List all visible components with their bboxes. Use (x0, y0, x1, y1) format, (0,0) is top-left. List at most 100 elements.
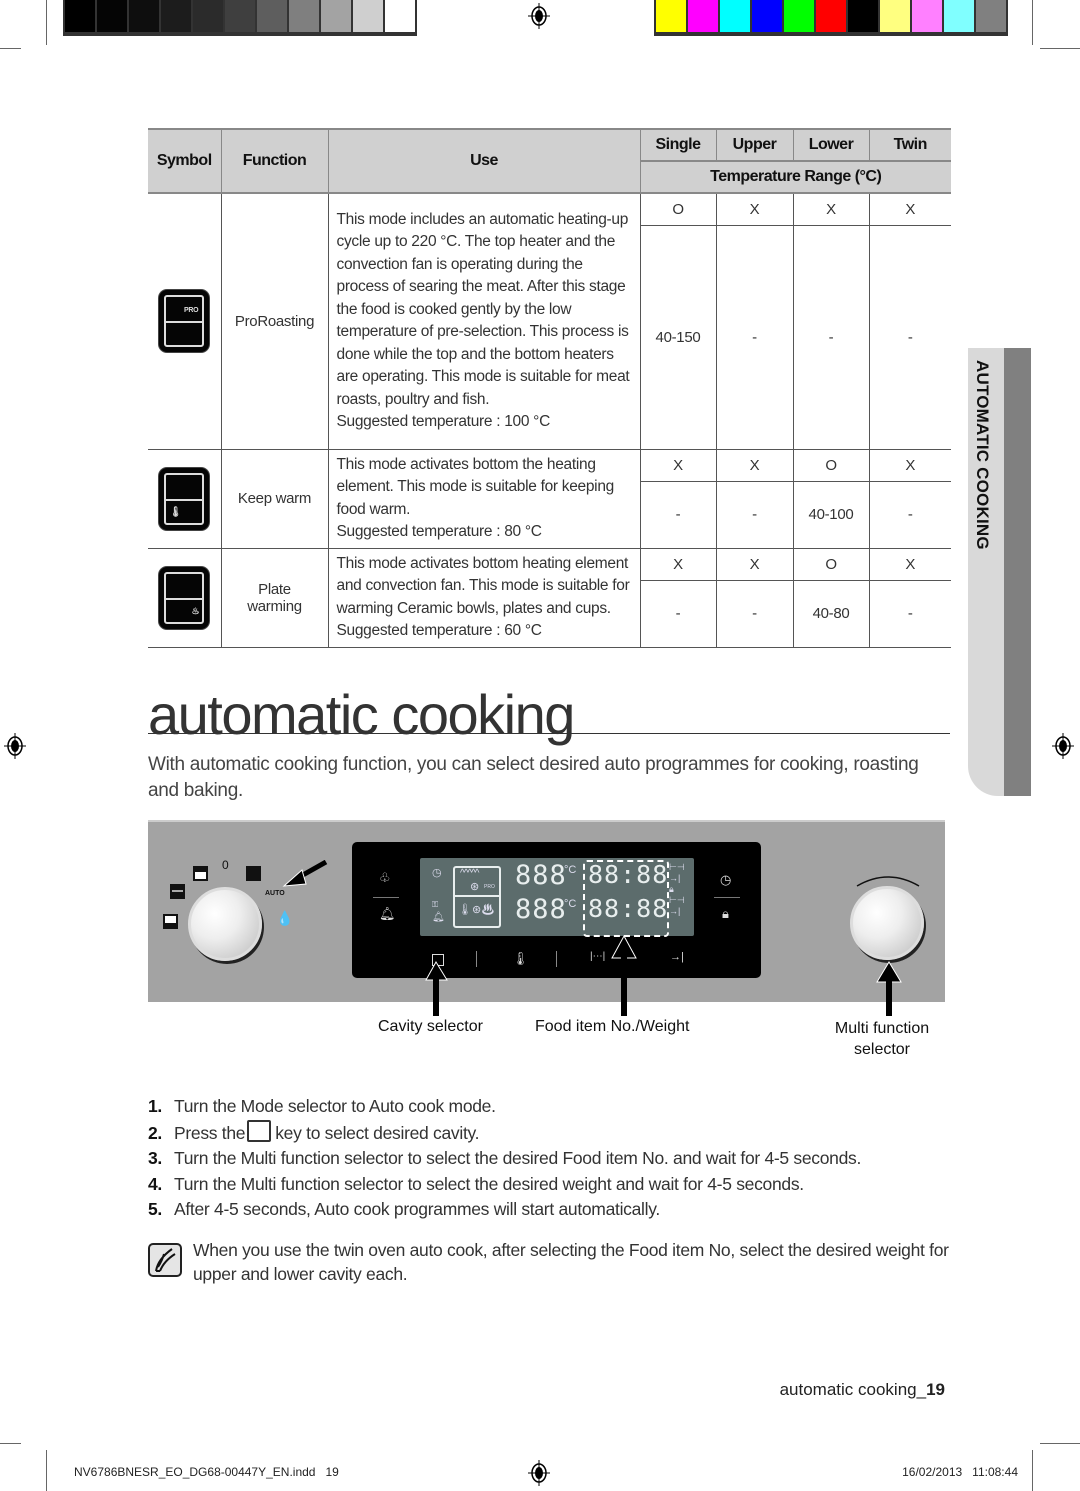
pro-roasting-icon: PRO (159, 290, 210, 353)
range-lower: 40-100 (793, 481, 870, 549)
list-item: 4. Turn the Multi function selector to se… (148, 1173, 804, 1194)
range-upper: - (716, 225, 794, 450)
lower-time-readout: 88:88 (588, 894, 669, 923)
header-twin: Twin (869, 128, 951, 162)
color-swatch (944, 0, 974, 32)
multi-pointer-arrow-icon (876, 961, 902, 1016)
color-swatch (912, 0, 942, 32)
use-description: This mode activates bottom heating eleme… (328, 548, 641, 648)
slug-filename: NV6786BNESR_EO_DG68-00447Y_EN.indd 19 (74, 1465, 339, 1479)
temperature-button[interactable]: 🌡︎ (512, 951, 529, 967)
suggested-temperature: Suggested temperature : 60 °C (336, 622, 542, 639)
registration-mark-icon (4, 733, 26, 759)
twin-cavity-icon (170, 884, 185, 899)
lock-button[interactable]: 🔒︎ (722, 906, 729, 922)
crop-mark (0, 48, 21, 49)
header-lower: Lower (793, 128, 870, 162)
color-swatch (321, 0, 351, 32)
registration-mark-icon (1052, 733, 1074, 759)
title-rule (148, 733, 950, 734)
color-swatch (289, 0, 319, 32)
steam-clean-icon: 💧 (276, 910, 294, 926)
crop-mark (1040, 48, 1080, 49)
table-row: ♨ Plate warming This mode activates botto… (148, 548, 951, 648)
range-single: - (640, 580, 717, 648)
lower-mode-icons: 🌡⊛♨ (458, 904, 496, 916)
alarm-button[interactable]: 🔔︎ (379, 906, 396, 922)
crop-mark (46, 0, 47, 45)
function-name: Plate warming (221, 548, 329, 648)
list-item: 2. Press the key to select desired cavity. (148, 1119, 861, 1147)
section-intro: With automatic cooking function, you can… (148, 754, 919, 801)
crop-mark (46, 1450, 47, 1491)
use-description: This mode includes an automatic heating-… (328, 193, 641, 450)
color-swatch (752, 0, 782, 32)
header-function: Function (221, 128, 329, 194)
function-name: ProRoasting (221, 193, 329, 450)
end-time-button[interactable]: →| (670, 951, 684, 963)
color-swatch (656, 0, 686, 32)
lcd-alarm-icon: 🔔︎ (432, 912, 445, 923)
availability-single: X (640, 449, 717, 482)
range-twin: - (869, 481, 951, 549)
food-item-weight-label: Food item No./Weight (535, 1018, 690, 1035)
range-twin: - (869, 580, 951, 648)
symbol-cell: 🌡 (148, 449, 222, 549)
availability-single: X (640, 548, 717, 581)
crop-mark (1032, 1450, 1033, 1491)
availability-twin: X (869, 449, 951, 482)
clock-button[interactable]: ◷ (720, 872, 731, 888)
list-item: 1. Turn the Mode selector to Auto cook mo… (148, 1096, 496, 1116)
process-color-bar (654, 0, 1008, 36)
header-temperature-range: Temperature Range (°C) (640, 161, 951, 194)
range-single: - (640, 481, 717, 549)
color-swatch (385, 0, 415, 32)
availability-twin: X (869, 193, 951, 226)
color-swatch (688, 0, 718, 32)
fan-icon: ⊛ (470, 881, 480, 893)
mode-off-label: 0 (222, 858, 229, 872)
duration-end-icons: ⊢⊣ →| 🔒︎ ⊢⊣ →| (669, 862, 685, 916)
color-swatch (97, 0, 127, 32)
note-text: When you use the twin oven auto cook, af… (193, 1240, 949, 1284)
page-footer: automatic cooking_19 (779, 1380, 945, 1399)
instruction-steps: 1. Turn the Mode selector to Auto cook mo… (148, 1094, 861, 1223)
grayscale-color-bar (63, 0, 417, 36)
oven-light-button[interactable]: ♧ (379, 870, 391, 886)
upper-cavity-icon (193, 866, 208, 881)
symbol-cell: PRO (148, 193, 222, 450)
availability-twin: X (869, 548, 951, 581)
color-swatch (193, 0, 223, 32)
multi-function-selector-label: Multi function selector (834, 1020, 930, 1058)
cavity-pointer-arrow-icon (425, 961, 448, 1016)
availability-single: O (640, 193, 717, 226)
plate-warming-icon: ♨ (159, 566, 210, 629)
color-swatch (257, 0, 287, 32)
range-single: 40-150 (640, 225, 717, 450)
registration-mark-icon (528, 1460, 550, 1486)
suggested-temperature: Suggested temperature : 80 °C (336, 523, 542, 540)
note-icon (148, 1243, 182, 1277)
top-heater-icon: ^^^^^ (460, 868, 479, 879)
multi-function-knob[interactable] (850, 886, 924, 960)
keep-warm-icon: 🌡 (159, 467, 210, 530)
cavity-key-icon (247, 1119, 272, 1142)
header-symbol: Symbol (148, 128, 222, 194)
availability-lower: X (793, 193, 870, 226)
color-swatch (225, 0, 255, 32)
key-lock-icon: ⚿ (432, 900, 439, 909)
single-cavity-icon (246, 866, 261, 881)
color-swatch (129, 0, 159, 32)
food-item-pointer-arrow-icon (611, 934, 637, 1016)
range-twin: - (869, 225, 951, 450)
section-title: automatic cooking (148, 683, 575, 746)
mode-spec-table: Symbol Function Use Single Upper Lower T… (148, 128, 951, 648)
upper-time-readout: 88:88 (588, 860, 669, 889)
availability-lower: O (793, 449, 870, 482)
function-name: Keep warm (221, 449, 329, 549)
availability-upper: X (716, 449, 794, 482)
availability-upper: X (716, 193, 794, 226)
duration-button[interactable]: |⋯| (590, 951, 605, 962)
color-swatch (161, 0, 191, 32)
mode-selector-knob[interactable] (188, 887, 262, 961)
